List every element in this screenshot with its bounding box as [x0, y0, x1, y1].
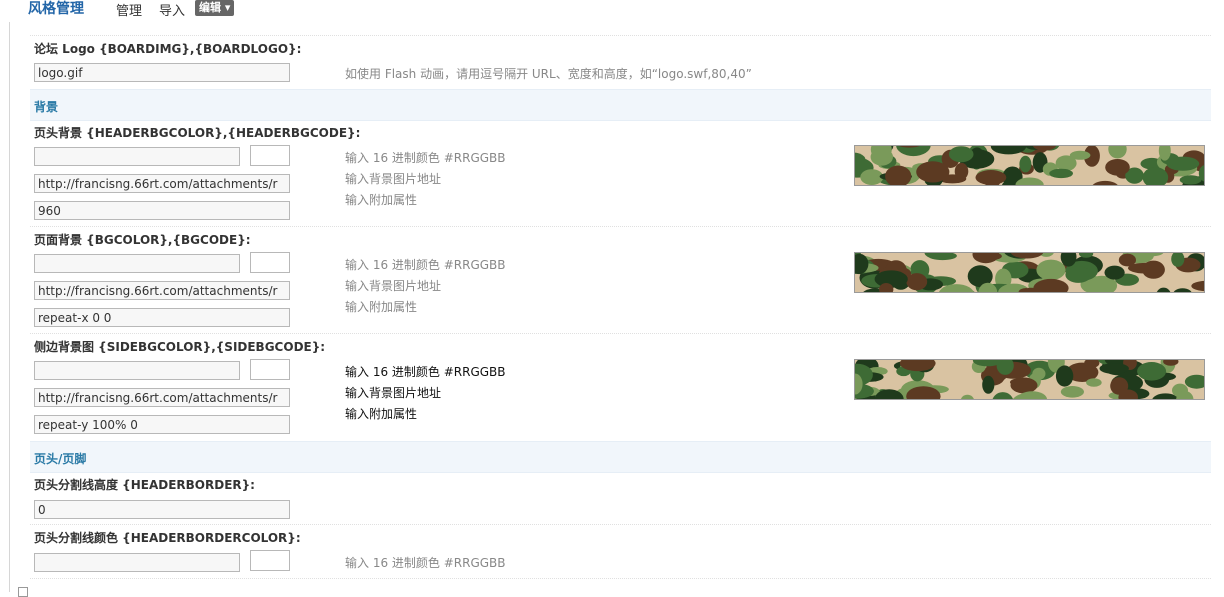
- page-bg-label: 页面背景 {BGCOLOR},{BGCODE}:: [34, 233, 251, 247]
- page-title: 风格管理: [28, 1, 84, 17]
- side-bg-tip-extra: 输入附加属性: [345, 407, 418, 421]
- divider: [30, 578, 1211, 579]
- header-bg-extra-input[interactable]: [34, 201, 290, 220]
- section-background: 背景: [30, 89, 1211, 121]
- divider: [30, 333, 1211, 334]
- header-bg-tip-extra: 输入附加属性: [345, 193, 418, 207]
- page-bg-tip-color: 输入 16 进制颜色 #RRGGBB: [345, 258, 506, 272]
- nav-import[interactable]: 导入: [159, 0, 185, 19]
- divider: [30, 524, 1211, 525]
- page-bg-color-swatch[interactable]: [250, 252, 290, 273]
- side-bg-tip-image: 输入背景图片地址: [345, 386, 442, 400]
- top-bar: 风格管理 管理 导入 编辑 ▾: [0, 0, 1224, 22]
- page-bg-tip-image: 输入背景图片地址: [345, 279, 442, 293]
- logo-label: 论坛 Logo {BOARDIMG},{BOARDLOGO}:: [34, 42, 302, 56]
- section-title-header-footer: 页头/页脚: [34, 452, 87, 466]
- page-bg-color-input[interactable]: [34, 254, 240, 273]
- header-bg-color-input[interactable]: [34, 147, 240, 166]
- side-bg-color-swatch[interactable]: [250, 359, 290, 380]
- page-bg-preview-image: [854, 252, 1205, 293]
- header-border-input[interactable]: [34, 500, 290, 519]
- header-bg-tip-color: 输入 16 进制颜色 #RRGGBB: [345, 151, 506, 165]
- header-bg-tip-image: 输入背景图片地址: [345, 172, 442, 186]
- header-bg-image-input[interactable]: [34, 174, 290, 193]
- header-bg-preview-image: [854, 145, 1205, 186]
- header-border-color-tip: 输入 16 进制颜色 #RRGGBB: [345, 556, 506, 570]
- header-border-color-input[interactable]: [34, 553, 240, 572]
- section-header-footer: 页头/页脚: [30, 441, 1211, 473]
- logo-tip: 如使用 Flash 动画，请用逗号隔开 URL、宽度和高度，如“logo.swf…: [345, 67, 752, 81]
- divider: [30, 226, 1211, 227]
- nav-edit-menu[interactable]: 编辑 ▾: [195, 0, 235, 16]
- side-bg-label: 侧边背景图 {SIDEBGCOLOR},{SIDEBGCODE}:: [34, 340, 326, 354]
- header-bg-color-swatch[interactable]: [250, 145, 290, 166]
- side-bg-extra-input[interactable]: [34, 415, 290, 434]
- side-bg-color-input[interactable]: [34, 361, 240, 380]
- nav-manage[interactable]: 管理: [116, 0, 142, 19]
- page-bg-tip-extra: 输入附加属性: [345, 300, 418, 314]
- page-bg-image-input[interactable]: [34, 281, 290, 300]
- header-border-label: 页头分割线高度 {HEADERBORDER}:: [34, 478, 255, 492]
- divider: [30, 35, 1211, 36]
- header-border-color-swatch[interactable]: [250, 550, 290, 571]
- side-bg-image-input[interactable]: [34, 388, 290, 407]
- logo-input[interactable]: [34, 63, 290, 82]
- side-bg-tip-color: 输入 16 进制颜色 #RRGGBB: [345, 365, 506, 379]
- header-bg-label: 页头背景 {HEADERBGCOLOR},{HEADERBGCODE}:: [34, 126, 361, 140]
- page-bg-extra-input[interactable]: [34, 308, 290, 327]
- header-border-color-label: 页头分割线颜色 {HEADERBORDERCOLOR}:: [34, 531, 301, 545]
- checkbox[interactable]: [18, 587, 28, 597]
- side-bg-preview-image: [854, 359, 1205, 400]
- section-title-background: 背景: [34, 100, 59, 114]
